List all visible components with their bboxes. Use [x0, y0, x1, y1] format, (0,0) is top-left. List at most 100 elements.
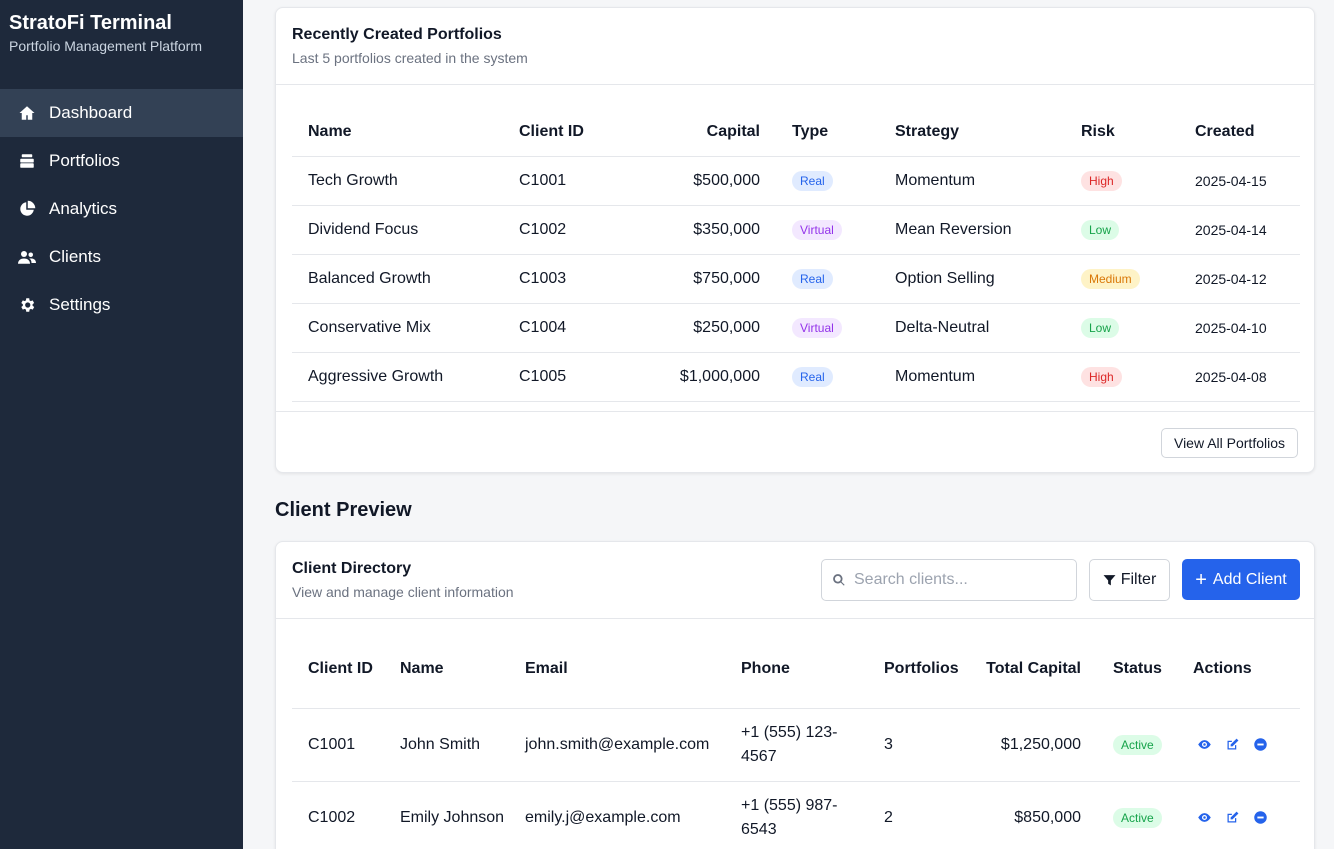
client-phone: +1 (555) 123-4567: [741, 723, 838, 765]
sidebar-item-label: Clients: [49, 247, 101, 266]
type-badge: Real: [792, 268, 833, 289]
recent-portfolios-card: Recently Created Portfolios Last 5 portf…: [275, 7, 1315, 473]
column-header[interactable]: Client ID: [292, 630, 384, 708]
sidebar-item-settings[interactable]: Settings: [0, 281, 243, 329]
table-row[interactable]: Tech Growth C1001 $500,000 Real Momentum…: [292, 156, 1300, 205]
add-client-button[interactable]: + Add Client: [1182, 559, 1300, 600]
table-row[interactable]: C1002 Emily Johnson emily.j@example.com …: [292, 781, 1300, 849]
portfolio-name: Aggressive Growth: [308, 367, 444, 385]
layers-icon: [18, 152, 36, 170]
card-header: Client Directory View and manage client …: [276, 542, 1314, 619]
eye-icon[interactable]: [1197, 810, 1212, 825]
risk-badge: Low: [1081, 317, 1120, 338]
client-id: C1001: [308, 735, 356, 753]
client-name: Emily Johnson: [400, 808, 505, 826]
pie-chart-icon: [18, 200, 36, 218]
risk-cell: Low: [1065, 205, 1179, 254]
risk-cell: High: [1065, 352, 1179, 401]
risk-cell: Low: [1065, 303, 1179, 352]
column-header[interactable]: Client ID: [503, 108, 613, 156]
risk-badge: Low: [1081, 219, 1120, 240]
column-header[interactable]: Portfolios: [868, 630, 973, 708]
sidebar-item-clients[interactable]: Clients: [0, 233, 243, 281]
column-header[interactable]: Risk: [1065, 108, 1179, 156]
remove-icon[interactable]: [1253, 810, 1268, 825]
column-header[interactable]: Status: [1097, 630, 1177, 708]
type-cell: Virtual: [776, 205, 879, 254]
column-header[interactable]: Total Capital: [973, 630, 1097, 708]
created-date: 2025-04-14: [1195, 221, 1267, 238]
capital: $750,000: [693, 269, 760, 287]
table-row[interactable]: Conservative Mix C1004 $250,000 Virtual …: [292, 303, 1300, 352]
sidebar-item-analytics[interactable]: Analytics: [0, 185, 243, 233]
strategy: Option Selling: [895, 269, 995, 287]
edit-icon[interactable]: [1225, 810, 1240, 825]
type-cell: Real: [776, 156, 879, 205]
risk-badge: High: [1081, 170, 1122, 191]
client-phone: +1 (555) 987-6543: [741, 796, 838, 838]
type-cell: Real: [776, 254, 879, 303]
sidebar-item-dashboard[interactable]: Dashboard: [0, 89, 243, 137]
sidebar-item-label: Dashboard: [49, 103, 133, 122]
created-date: 2025-04-12: [1195, 270, 1267, 287]
column-header[interactable]: Email: [509, 630, 725, 708]
created-date: 2025-04-10: [1195, 319, 1267, 336]
portfolios-table: Name Client ID Capital Type Strategy Ris…: [292, 108, 1300, 402]
sidebar-item-portfolios[interactable]: Portfolios: [0, 137, 243, 185]
card-footer: View All Portfolios: [276, 411, 1314, 473]
eye-icon[interactable]: [1197, 737, 1212, 752]
type-cell: Virtual: [776, 303, 879, 352]
edit-icon[interactable]: [1225, 737, 1240, 752]
type-badge: Real: [792, 170, 833, 191]
clients-table: Client ID Name Email Phone Portfolios To…: [292, 630, 1300, 849]
plus-icon: +: [1195, 568, 1207, 591]
column-header[interactable]: Strategy: [879, 108, 1065, 156]
section-title: Client Preview: [275, 499, 412, 521]
strategy: Momentum: [895, 367, 976, 385]
client-capital: $850,000: [1014, 808, 1081, 826]
client-email: john.smith@example.com: [525, 735, 710, 753]
portfolio-name: Tech Growth: [308, 171, 398, 189]
portfolio-name: Balanced Growth: [308, 269, 431, 287]
column-header[interactable]: Capital: [613, 108, 776, 156]
client-name: John Smith: [400, 735, 481, 753]
filter-icon: [1103, 574, 1116, 585]
strategy: Mean Reversion: [895, 220, 1012, 238]
column-header[interactable]: Name: [384, 630, 509, 708]
search-icon: [833, 574, 845, 586]
client-capital: $1,250,000: [1000, 735, 1081, 753]
table-row[interactable]: Dividend Focus C1002 $350,000 Virtual Me…: [292, 205, 1300, 254]
sidebar-item-label: Portfolios: [49, 151, 120, 170]
table-row[interactable]: Balanced Growth C1003 $750,000 Real Opti…: [292, 254, 1300, 303]
client-id: C1004: [519, 318, 567, 336]
client-id: C1002: [308, 808, 356, 826]
client-portfolios: 2: [884, 808, 893, 826]
type-cell: Real: [776, 352, 879, 401]
column-header[interactable]: Name: [292, 108, 503, 156]
card-header: Recently Created Portfolios Last 5 portf…: [276, 8, 1314, 85]
remove-icon[interactable]: [1253, 737, 1268, 752]
table-row[interactable]: Aggressive Growth C1005 $1,000,000 Real …: [292, 352, 1300, 401]
portfolio-name: Dividend Focus: [308, 220, 419, 238]
table-header-row: Name Client ID Capital Type Strategy Ris…: [292, 108, 1300, 156]
column-header[interactable]: Created: [1179, 108, 1300, 156]
search-box[interactable]: [821, 559, 1077, 601]
filter-button[interactable]: Filter: [1089, 559, 1170, 601]
table-row[interactable]: C1001 John Smith john.smith@example.com …: [292, 708, 1300, 781]
client-id: C1002: [519, 220, 567, 238]
strategy: Momentum: [895, 171, 976, 189]
sidebar-item-label: Analytics: [49, 199, 118, 218]
actions-cell: [1177, 708, 1300, 781]
status-badge: Active: [1113, 807, 1162, 828]
column-header[interactable]: Phone: [725, 630, 868, 708]
column-header[interactable]: Type: [776, 108, 879, 156]
client-email: emily.j@example.com: [525, 808, 681, 826]
capital: $1,000,000: [679, 367, 760, 385]
table-header-row: Client ID Name Email Phone Portfolios To…: [292, 630, 1300, 708]
view-all-portfolios-button[interactable]: View All Portfolios: [1160, 428, 1298, 458]
type-badge: Real: [792, 366, 833, 387]
add-client-label: Add Client: [1212, 570, 1287, 588]
sidebar-item-label: Settings: [49, 295, 111, 314]
search-input[interactable]: [854, 571, 1074, 589]
brand-title: StratoFi Terminal: [9, 12, 172, 34]
